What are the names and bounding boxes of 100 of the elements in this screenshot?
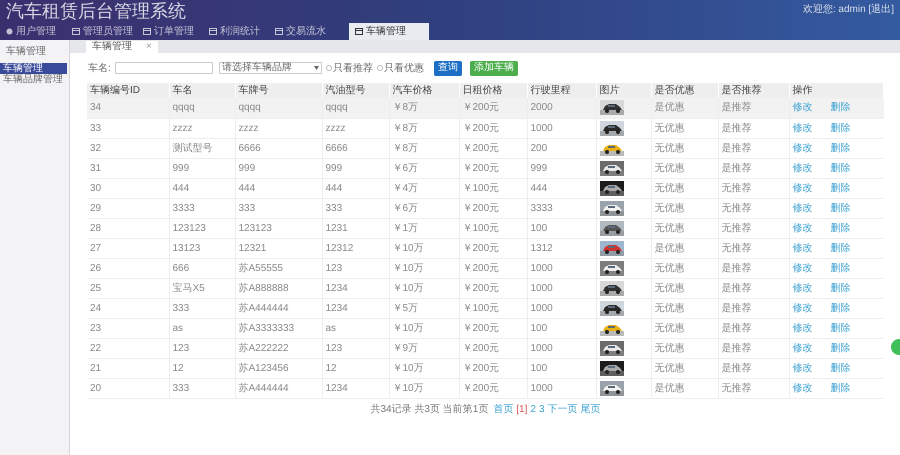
page-link[interactable]: 下一页 bbox=[548, 402, 578, 416]
table-cell: 999 bbox=[169, 158, 235, 178]
sidebar-item[interactable]: 车辆品牌管理 bbox=[0, 74, 69, 85]
delete-link[interactable]: 删除 bbox=[830, 180, 850, 196]
edit-link[interactable]: 修改 bbox=[792, 120, 812, 136]
table-cell: ￥200元 bbox=[459, 118, 527, 138]
delete-link[interactable]: 删除 bbox=[830, 260, 850, 276]
table-cell: qqqq bbox=[235, 98, 322, 118]
delete-link[interactable]: 删除 bbox=[830, 120, 850, 136]
table-cell: 999 bbox=[527, 158, 596, 178]
nav-tab[interactable]: 交易流水 bbox=[271, 23, 335, 40]
delete-link[interactable]: 删除 bbox=[830, 240, 850, 256]
column-header: 图片 bbox=[600, 85, 620, 96]
edit-link[interactable]: 修改 bbox=[792, 340, 812, 356]
page-link[interactable]: 3 bbox=[538, 402, 545, 416]
delete-link[interactable]: 删除 bbox=[830, 280, 850, 296]
filter-checkbox[interactable]: 只看推荐 bbox=[326, 60, 373, 76]
table-cell: 123 bbox=[169, 338, 235, 358]
table-cell: 21 bbox=[87, 358, 169, 378]
close-icon[interactable]: × bbox=[146, 42, 152, 52]
edit-link[interactable]: 修改 bbox=[792, 220, 812, 236]
table-cell: ￥6万 bbox=[389, 158, 459, 178]
delete-link[interactable]: 删除 bbox=[830, 160, 850, 176]
edit-link[interactable]: 修改 bbox=[792, 260, 812, 276]
delete-link[interactable]: 删除 bbox=[830, 320, 850, 336]
table-cell: ￥8万 bbox=[389, 98, 459, 118]
edit-link[interactable]: 修改 bbox=[792, 140, 812, 156]
delete-link[interactable]: 删除 bbox=[830, 140, 850, 156]
edit-link[interactable]: 修改 bbox=[792, 240, 812, 256]
edit-link[interactable]: 修改 bbox=[792, 200, 812, 216]
filter-checkbox[interactable]: 只看优惠 bbox=[376, 60, 424, 76]
nav-tab[interactable]: 车辆管理 bbox=[349, 23, 429, 40]
table-cell: 无优惠 bbox=[651, 178, 718, 198]
table-cell: ￥1万 bbox=[389, 218, 459, 238]
window-icon bbox=[355, 28, 363, 35]
welcome-text: 欢迎您: admin [退出] bbox=[802, 2, 894, 17]
edit-link[interactable]: 修改 bbox=[792, 380, 812, 396]
table-cell: 无优惠 bbox=[651, 298, 718, 318]
table-cell: ￥10万 bbox=[389, 358, 459, 378]
table-cell: ￥10万 bbox=[389, 318, 459, 338]
column-header: 车牌号 bbox=[238, 85, 268, 96]
edit-link[interactable]: 修改 bbox=[792, 320, 812, 336]
column-header: 车辆编号ID bbox=[90, 85, 140, 96]
table-cell: 28 bbox=[87, 218, 169, 238]
edit-link[interactable]: 修改 bbox=[792, 180, 812, 196]
table-cell: 24 bbox=[87, 298, 169, 318]
edit-link[interactable]: 修改 bbox=[792, 280, 812, 296]
table-cell: 26 bbox=[87, 258, 169, 278]
delete-link[interactable]: 删除 bbox=[830, 380, 850, 396]
table-cell: 22 bbox=[87, 338, 169, 358]
edit-link[interactable]: 修改 bbox=[792, 100, 812, 116]
add-button[interactable]: 添加车辆 bbox=[470, 60, 518, 76]
delete-link[interactable]: 删除 bbox=[830, 300, 850, 316]
delete-link[interactable]: 删除 bbox=[830, 360, 850, 376]
table-cell: 是推荐 bbox=[718, 338, 789, 358]
table-cell: ￥200元 bbox=[459, 338, 527, 358]
page-link[interactable]: 尾页 bbox=[580, 402, 601, 416]
table-cell: ￥200元 bbox=[459, 238, 527, 258]
brand-select[interactable]: 请选择车辆品牌 bbox=[218, 62, 322, 74]
table-cell: 12 bbox=[322, 358, 389, 378]
table-cell: ￥100元 bbox=[459, 178, 527, 198]
table-cell: 6666 bbox=[322, 138, 389, 158]
table-cell: 34 bbox=[87, 98, 169, 118]
table-cell: ￥10万 bbox=[389, 278, 459, 298]
table-cell: ￥200元 bbox=[459, 98, 527, 118]
table-cell: qqqq bbox=[322, 98, 389, 118]
table-cell: ￥100元 bbox=[459, 298, 527, 318]
table-cell: 444 bbox=[527, 178, 596, 198]
table-cell: 1000 bbox=[527, 338, 596, 358]
table-cell: ￥200元 bbox=[459, 138, 527, 158]
nav-tab[interactable]: 订单管理 bbox=[139, 23, 203, 40]
page-link[interactable]: 2 bbox=[530, 402, 536, 416]
sidebar-item[interactable]: 车辆管理 bbox=[0, 63, 67, 74]
nav-tab[interactable]: 用户管理 bbox=[2, 23, 66, 40]
table-cell: 无优惠 bbox=[651, 358, 718, 378]
table-cell: 无优惠 bbox=[651, 158, 718, 178]
delete-link[interactable]: 删除 bbox=[830, 100, 850, 116]
page-link[interactable]: 首页 bbox=[493, 402, 514, 416]
table-cell: 是推荐 bbox=[718, 98, 789, 118]
delete-link[interactable]: 删除 bbox=[830, 220, 850, 236]
table-cell: zzzz bbox=[235, 118, 322, 138]
nav-tab[interactable]: 利润统计 bbox=[205, 23, 269, 40]
edit-link[interactable]: 修改 bbox=[792, 360, 812, 376]
page-link[interactable]: [1] bbox=[516, 402, 528, 416]
edit-link[interactable]: 修改 bbox=[792, 300, 812, 316]
edit-link[interactable]: 修改 bbox=[792, 160, 812, 176]
table-cell: 是推荐 bbox=[718, 258, 789, 278]
page-tab[interactable]: 车辆管理 × bbox=[86, 41, 158, 53]
column-header: 汽车价格 bbox=[392, 85, 432, 96]
delete-link[interactable]: 删除 bbox=[830, 200, 850, 216]
app-title: 汽车租赁后台管理系统 bbox=[6, 0, 186, 22]
search-button[interactable]: 查询 bbox=[434, 60, 462, 76]
table-cell: 无优惠 bbox=[651, 198, 718, 218]
table-cell: 123123 bbox=[169, 218, 235, 238]
table-cell: 是推荐 bbox=[718, 358, 789, 378]
nav-tab[interactable]: 管理员管理 bbox=[68, 23, 137, 40]
column-header: 是否推荐 bbox=[722, 85, 762, 96]
delete-link[interactable]: 删除 bbox=[830, 340, 850, 356]
table-cell: 测试型号 bbox=[169, 138, 235, 158]
name-input[interactable] bbox=[114, 62, 213, 74]
